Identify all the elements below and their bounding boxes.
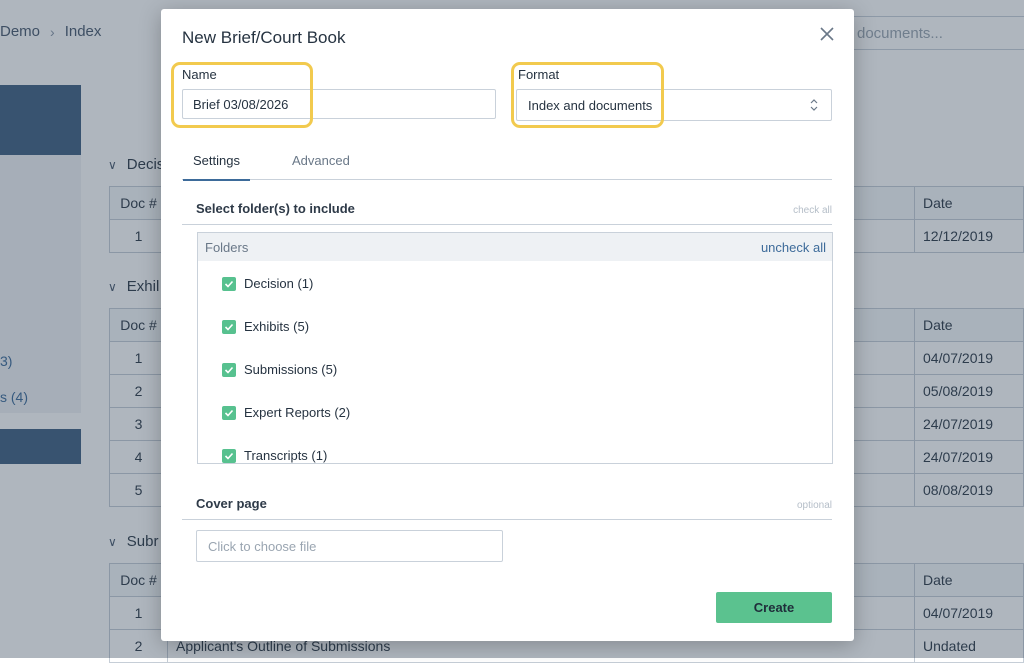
select-arrows-icon [810,99,818,111]
folders-header: Folders uncheck all [198,233,832,261]
cover-page-title: Cover page [196,496,267,511]
new-brief-dialog: New Brief/Court Book Name Format Index a… [161,9,854,641]
tab-bar: Settings Advanced [182,149,832,181]
folder-item-decision[interactable]: Decision (1) [222,276,313,291]
create-button[interactable]: Create [716,592,832,623]
name-input[interactable] [182,89,496,119]
uncheck-all-link[interactable]: uncheck all [761,240,826,255]
folder-label: Submissions (5) [244,362,338,377]
checkbox-checked-icon[interactable] [222,448,236,463]
checkbox-checked-icon[interactable] [222,319,236,334]
format-select[interactable]: Index and documents [516,89,832,121]
folders-list: Folders uncheck all Decision (1) Exhibit… [197,232,833,464]
folder-item-expert-reports[interactable]: Expert Reports (2) [222,405,350,420]
checkbox-checked-icon[interactable] [222,276,236,291]
checkbox-checked-icon[interactable] [222,405,236,420]
tab-settings[interactable]: Settings [183,153,250,181]
cover-page-section-header: Cover page optional [182,493,832,520]
folders-section-header: Select folder(s) to include check all [182,198,832,225]
folder-label: Exhibits (5) [244,319,310,334]
folder-label: Expert Reports (2) [244,405,351,420]
cover-file-input[interactable]: Click to choose file [196,530,503,562]
folder-label: Decision (1) [244,276,314,291]
folder-label: Transcripts (1) [244,448,328,463]
folders-section-title: Select folder(s) to include [196,201,355,216]
folder-item-submissions[interactable]: Submissions (5) [222,362,337,377]
dialog-title: New Brief/Court Book [182,28,346,47]
tab-advanced[interactable]: Advanced [292,153,350,168]
folder-item-exhibits[interactable]: Exhibits (5) [222,319,309,334]
close-icon[interactable] [818,25,836,43]
check-all-link[interactable]: check all [793,205,832,216]
checkbox-checked-icon[interactable] [222,362,236,377]
format-label: Format [518,67,560,82]
folders-header-label: Folders [205,240,249,255]
name-label: Name [182,67,217,82]
folder-item-transcripts[interactable]: Transcripts (1) [222,448,327,463]
file-input-placeholder: Click to choose file [208,539,317,554]
format-value: Index and documents [528,98,653,113]
optional-note: optional [796,500,832,511]
